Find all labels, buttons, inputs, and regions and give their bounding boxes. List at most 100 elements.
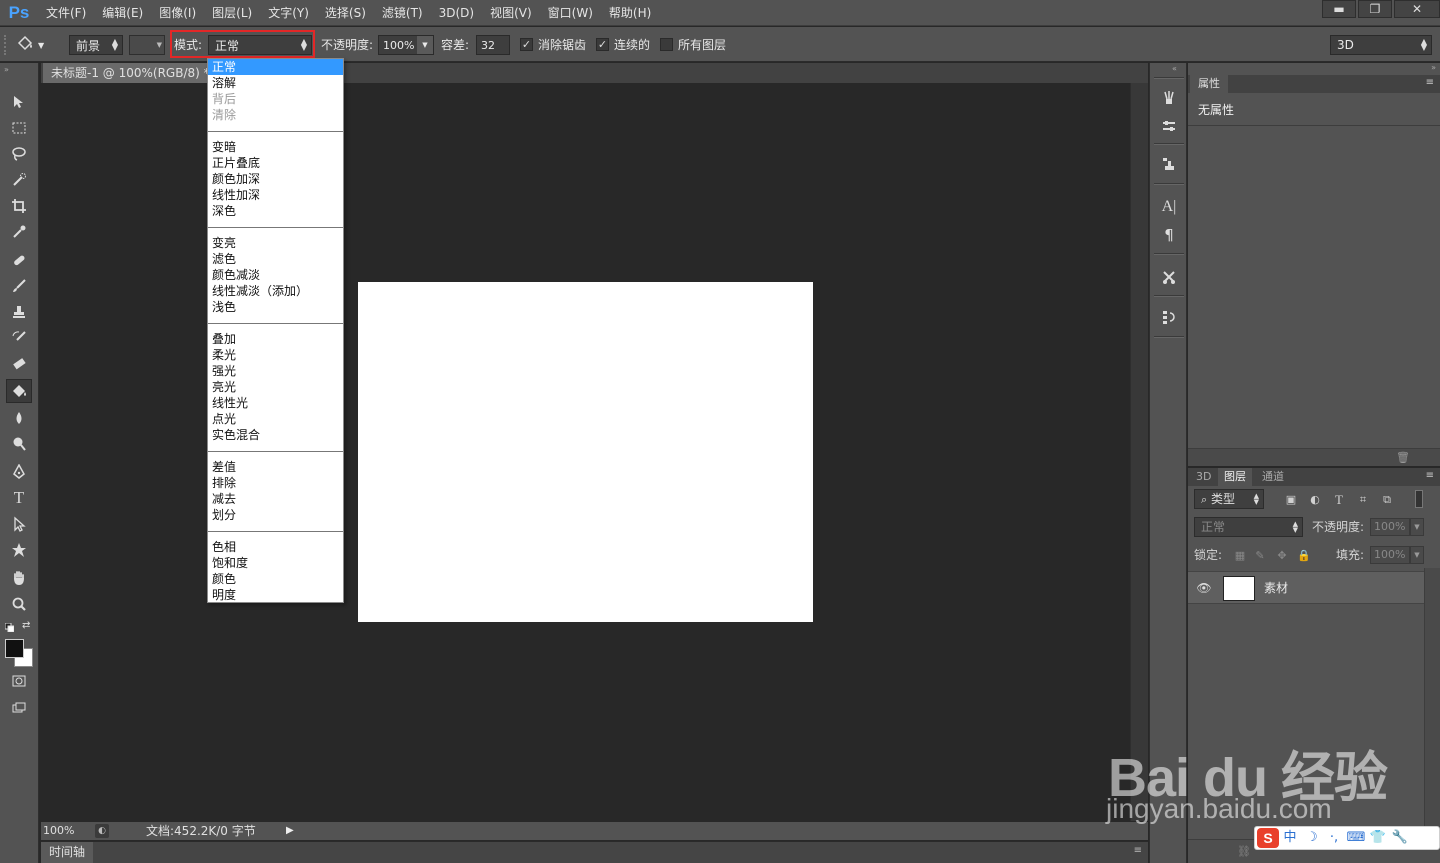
mode-option[interactable]: 差值 [208, 459, 343, 475]
timeline-tab[interactable]: 时间轴 [41, 842, 94, 863]
document-tab[interactable]: 未标题-1 @ 100%(RGB/8) * [43, 63, 218, 83]
marquee-tool-icon[interactable] [6, 116, 32, 140]
fill-input[interactable]: 100% [1370, 546, 1410, 564]
mode-option[interactable]: 叠加 [208, 331, 343, 347]
mode-option[interactable]: 正片叠底 [208, 155, 343, 171]
workspace-select[interactable]: 3D ▲ ▼ [1330, 35, 1432, 55]
history-brush-tool-icon[interactable] [6, 326, 32, 350]
options-grip[interactable] [4, 35, 7, 55]
menu-help[interactable]: 帮助(H) [601, 0, 659, 26]
properties-tab[interactable]: 属性 [1190, 75, 1228, 93]
dodge-tool-icon[interactable] [6, 432, 32, 456]
filter-pixel-icon[interactable]: ▣ [1283, 492, 1299, 508]
tool-preset-picker[interactable]: ▼ [16, 35, 56, 55]
lock-pixels-icon[interactable]: ✎ [1252, 548, 1268, 564]
eraser-tool-icon[interactable] [6, 352, 32, 376]
keyboard-icon[interactable]: ⌨ [1345, 828, 1367, 848]
menu-filter[interactable]: 滤镜(T) [374, 0, 431, 26]
pattern-picker[interactable]: ▼ [129, 35, 165, 55]
eyedropper-tool-icon[interactable] [6, 220, 32, 244]
move-tool-icon[interactable] [6, 90, 32, 114]
menu-window[interactable]: 窗口(W) [540, 0, 601, 26]
moon-icon[interactable]: ☽ [1301, 828, 1323, 848]
zoom-tool-icon[interactable] [6, 592, 32, 616]
quick-selection-tool-icon[interactable] [6, 168, 32, 192]
menu-select[interactable]: 选择(S) [317, 0, 374, 26]
paragraph-panel-icon[interactable]: ¶ [1157, 224, 1181, 246]
collapse-icon[interactable]: » [4, 65, 9, 74]
chevron-down-icon[interactable]: ▼ [417, 36, 433, 54]
mode-option[interactable]: 柔光 [208, 347, 343, 363]
layer-row[interactable]: 👁 素材 [1188, 571, 1424, 604]
mode-option[interactable]: 线性光 [208, 395, 343, 411]
screen-mode-icon[interactable] [6, 696, 32, 720]
healing-brush-tool-icon[interactable] [6, 248, 32, 272]
path-selection-tool-icon[interactable] [6, 512, 32, 536]
sogou-logo[interactable]: S [1257, 828, 1279, 848]
filter-smart-object-icon[interactable]: ⧉ [1379, 492, 1395, 508]
menu-3d[interactable]: 3D(D) [431, 0, 482, 26]
mode-option[interactable]: 明度 [208, 587, 343, 603]
foreground-color-swatch[interactable] [5, 639, 24, 658]
collapse-icon[interactable]: » [1431, 63, 1436, 72]
quick-mask-icon[interactable] [6, 669, 32, 693]
history-panel-icon[interactable] [1157, 306, 1181, 328]
mode-option[interactable]: 颜色减淡 [208, 267, 343, 283]
custom-shape-tool-icon[interactable] [6, 538, 32, 562]
eye-icon[interactable]: 👁 [1196, 580, 1212, 596]
minimize-button[interactable]: ▬ [1322, 0, 1356, 18]
tool-presets-icon[interactable] [1157, 266, 1181, 288]
menu-layer[interactable]: 图层(L) [204, 0, 260, 26]
vertical-scrollbar[interactable] [1130, 83, 1148, 821]
menu-view[interactable]: 视图(V) [482, 0, 540, 26]
layers-scrollbar[interactable] [1424, 568, 1440, 838]
lasso-tool-icon[interactable] [6, 142, 32, 166]
brush-tool-icon[interactable] [6, 274, 32, 298]
clone-source-icon[interactable] [1157, 153, 1181, 175]
status-menu-arrow-icon[interactable]: ▶ [286, 824, 298, 838]
mode-option[interactable]: 实色混合 [208, 427, 343, 443]
panel-menu-icon[interactable]: ≡ [1426, 470, 1434, 481]
clone-stamp-tool-icon[interactable] [6, 300, 32, 324]
brush-presets-icon[interactable] [1157, 87, 1181, 109]
tab-3d[interactable]: 3D [1190, 468, 1217, 486]
hand-tool-icon[interactable] [6, 566, 32, 590]
character-panel-icon[interactable]: A| [1157, 196, 1181, 218]
default-colors-icon[interactable] [4, 621, 15, 633]
mode-option[interactable]: 强光 [208, 363, 343, 379]
brush-settings-icon[interactable] [1157, 115, 1181, 137]
pen-tool-icon[interactable] [6, 460, 32, 484]
menu-file[interactable]: 文件(F) [38, 0, 94, 26]
mode-option[interactable]: 线性减淡（添加） [208, 283, 343, 299]
mode-option[interactable]: 亮光 [208, 379, 343, 395]
mode-option[interactable]: 划分 [208, 507, 343, 523]
mode-option[interactable]: 减去 [208, 491, 343, 507]
filter-shape-icon[interactable]: ⌗ [1355, 492, 1371, 508]
layer-blend-mode-select[interactable]: 正常 ▲ ▼ [1194, 517, 1303, 537]
antialias-checkbox[interactable]: ✓ [520, 38, 533, 51]
tab-channels[interactable]: 通道 [1256, 468, 1290, 486]
lock-position-icon[interactable]: ✥ [1274, 548, 1290, 564]
collapse-icon[interactable]: « [1172, 64, 1177, 73]
tolerance-input[interactable]: 32 [476, 35, 510, 55]
contiguous-checkbox[interactable]: ✓ [596, 38, 609, 51]
layer-filter-select[interactable]: ⌕ 类型 ▲ ▼ [1194, 489, 1264, 509]
panel-menu-icon[interactable]: ≡ [1134, 845, 1142, 856]
lock-transparent-icon[interactable]: ▦ [1232, 548, 1248, 564]
mode-option[interactable]: 正常 [208, 59, 343, 75]
mode-option[interactable]: 颜色加深 [208, 171, 343, 187]
type-tool-icon[interactable]: T [6, 486, 32, 510]
document-canvas[interactable] [358, 282, 813, 622]
mode-option[interactable]: 颜色 [208, 571, 343, 587]
trash-icon[interactable]: 🗑 [1396, 451, 1410, 464]
zoom-level[interactable]: 100% [43, 822, 74, 840]
chevron-down-icon[interactable]: ▼ [1410, 546, 1424, 564]
filter-adjustment-icon[interactable]: ◐ [1307, 492, 1323, 508]
close-button[interactable]: ✕ [1394, 0, 1440, 18]
menu-image[interactable]: 图像(I) [151, 0, 204, 26]
status-info-icon[interactable]: ◐ [95, 824, 109, 838]
layer-name[interactable]: 素材 [1264, 579, 1288, 596]
swap-colors-icon[interactable]: ⇄ [22, 620, 30, 631]
canvas-area[interactable] [41, 83, 1130, 821]
paint-bucket-tool-icon[interactable] [6, 379, 32, 403]
